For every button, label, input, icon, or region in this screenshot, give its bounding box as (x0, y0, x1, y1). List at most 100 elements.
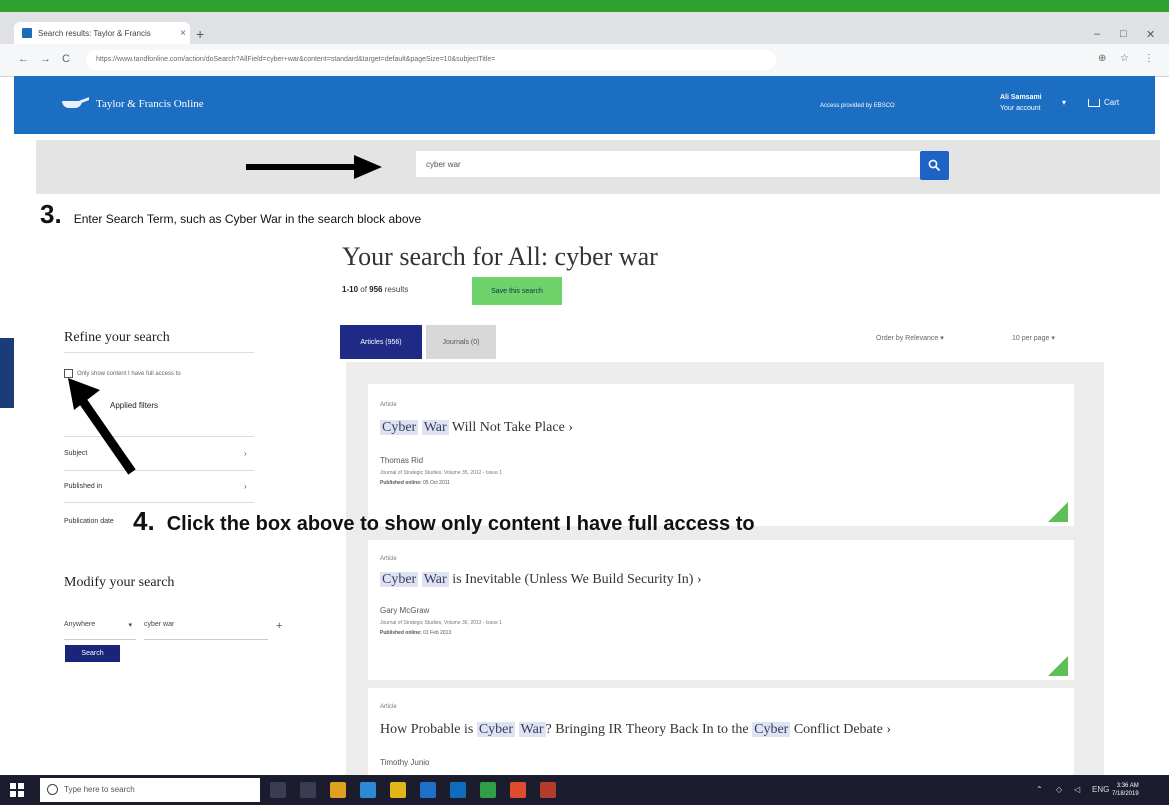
new-tab-button[interactable]: + (196, 26, 204, 42)
step3-text: Enter Search Term, such as Cyber War in … (73, 212, 422, 226)
count-of: of (360, 285, 367, 294)
cart-link[interactable]: Cart (1088, 98, 1119, 107)
facet-publication-date[interactable]: Publication date (64, 518, 114, 525)
result-journal[interactable]: Journal of Strategic Studies, Volume 36,… (380, 620, 502, 626)
modify-heading: Modify your search (64, 575, 175, 590)
app-icon[interactable] (510, 782, 526, 798)
access-corner-icon (1048, 656, 1068, 676)
modify-field-value: Anywhere (64, 621, 96, 628)
result-title[interactable]: Cyber War is Inevitable (Unless We Build… (380, 572, 702, 588)
site-header: Taylor & Francis Online Access provided … (14, 76, 1155, 134)
sort-select[interactable]: Order by Relevance ▾ (876, 334, 944, 342)
cortana-icon (47, 784, 58, 795)
result-author[interactable]: Timothy Junio (380, 758, 430, 767)
back-icon[interactable]: ← (18, 53, 29, 65)
minimize-icon[interactable]: – (1094, 28, 1100, 40)
tray-up-icon[interactable]: ⌃ (1036, 785, 1043, 794)
chevron-down-icon: ▾ (1051, 335, 1055, 342)
file-explorer-icon[interactable] (330, 782, 346, 798)
feedback-side-tab[interactable] (0, 338, 14, 408)
published-date: 05 Oct 2011 (423, 480, 450, 486)
results-count: 1-10 of 956 results (342, 285, 408, 294)
facet-published-in[interactable]: Published in (64, 483, 102, 490)
full-access-checkbox[interactable] (64, 369, 73, 378)
clock-time: 3:36 AM (1116, 783, 1139, 789)
published-date: 01 Feb 2013 (423, 630, 452, 636)
access-provided-text: Access provided by EBSCO (820, 103, 895, 109)
tab-journals[interactable]: Journals (0) (426, 325, 496, 359)
windows-start-icon[interactable] (10, 783, 24, 797)
step3-number: 3. (40, 199, 62, 229)
chevron-right-icon: › (696, 572, 702, 587)
title-text: Conflict Debate (790, 722, 883, 737)
forward-icon[interactable]: → (40, 53, 51, 65)
modify-field-select[interactable]: Anywhere ▾ (64, 621, 136, 640)
url-field[interactable]: https://www.tandfonline.com/action/doSea… (86, 50, 776, 70)
cart-icon (1088, 98, 1100, 107)
menu-dots-icon[interactable]: ⋮ (1144, 53, 1154, 64)
modify-search-button[interactable]: Search (65, 645, 120, 662)
title-text: Will Not Take Place (448, 420, 565, 435)
account-menu[interactable]: Ali Samsami Your account (1000, 92, 1042, 114)
highlight: Cyber (380, 420, 419, 435)
step4-text: Click the box above to show only content… (166, 513, 755, 535)
add-row-icon[interactable]: + (276, 620, 282, 632)
sort-value: Order by Relevance (876, 335, 939, 342)
result-date: Published online: 05 Oct 2011 (380, 480, 450, 486)
taskbar-search-placeholder: Type here to search (64, 785, 135, 794)
taskbar-clock[interactable]: 3:36 AM 7/18/2019 (1112, 782, 1139, 798)
tab-articles[interactable]: Articles (956) (340, 325, 422, 359)
site-logo[interactable]: Taylor & Francis Online (62, 98, 204, 110)
count-total: 956 (369, 285, 383, 294)
save-search-button[interactable]: Save this search (472, 277, 562, 305)
chevron-right-icon: › (568, 420, 573, 435)
full-access-filter[interactable]: Only show content I have full access to (64, 369, 181, 378)
chevron-right-icon[interactable]: › (244, 482, 247, 491)
full-access-label: Only show content I have full access to (77, 370, 181, 377)
maximize-icon[interactable]: □ (1120, 28, 1127, 40)
taskbar-search[interactable]: Type here to search (40, 778, 260, 802)
browser-address-bar: ← → C https://www.tandfonline.com/action… (0, 44, 1169, 77)
task-view-icon[interactable] (300, 782, 316, 798)
store-icon[interactable] (420, 782, 436, 798)
divider (64, 352, 254, 353)
chevron-right-icon[interactable]: › (244, 449, 247, 458)
count-suffix: results (384, 285, 409, 294)
per-page-select[interactable]: 10 per page ▾ (1012, 334, 1055, 342)
bookmark-star-icon[interactable]: ☆ (1120, 53, 1129, 64)
divider (64, 502, 254, 503)
result-journal[interactable]: Journal of Strategic Studies, Volume 35,… (380, 470, 502, 476)
volume-icon[interactable]: ◁ (1074, 785, 1080, 794)
mic-icon[interactable] (270, 782, 286, 798)
edge-icon[interactable] (360, 782, 376, 798)
result-title[interactable]: How Probable is Cyber War? Bringing IR T… (380, 722, 891, 738)
search-input[interactable] (416, 151, 936, 177)
modify-search-input[interactable]: cyber war (144, 621, 268, 640)
search-button[interactable] (920, 151, 949, 180)
close-window-icon[interactable]: ✕ (1146, 28, 1155, 41)
per-page-value: 10 per page (1012, 335, 1050, 342)
count-range: 1-10 (342, 285, 359, 294)
mail-icon[interactable] (450, 782, 466, 798)
folder-icon[interactable] (390, 782, 406, 798)
step4-number: 4. (133, 506, 155, 536)
chrome-icon[interactable] (480, 782, 496, 798)
office-icon[interactable] (540, 782, 556, 798)
chevron-down-icon[interactable]: ▾ (1062, 98, 1066, 107)
highlight: War (421, 572, 449, 587)
result-type: Article (380, 402, 397, 408)
extension-icon[interactable]: ⊕ (1098, 53, 1106, 64)
result-author[interactable]: Thomas Rid (380, 456, 423, 465)
reload-icon[interactable]: C (62, 53, 70, 65)
results-title: Your search for All: cyber war (342, 242, 658, 271)
published-label: Published online: (380, 480, 422, 486)
language-icon[interactable]: ENG (1092, 785, 1109, 794)
highlight: War (518, 722, 546, 737)
browser-tab-bar: Search results: Taylor & Francis × + – □… (0, 12, 1169, 44)
network-icon[interactable]: ◇ (1056, 785, 1062, 794)
result-author[interactable]: Gary McGraw (380, 606, 429, 615)
result-title[interactable]: Cyber War Will Not Take Place › (380, 420, 573, 436)
results-panel: Article Cyber War Will Not Take Place › … (346, 362, 1104, 805)
browser-tab[interactable]: Search results: Taylor & Francis × (14, 22, 190, 44)
tab-close-icon[interactable]: × (176, 28, 190, 39)
